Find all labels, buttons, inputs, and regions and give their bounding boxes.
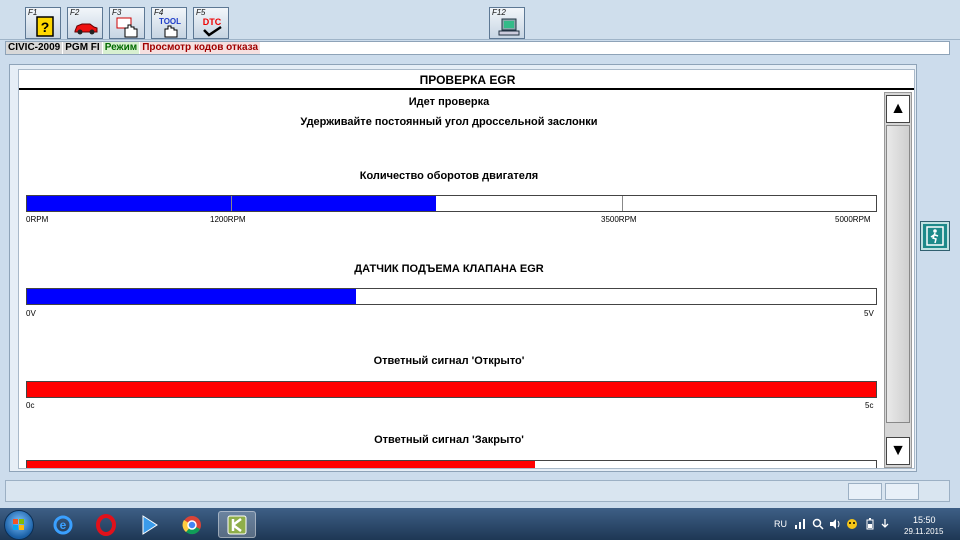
language-indicator[interactable]: RU xyxy=(774,519,787,529)
help-icon: ? xyxy=(36,16,54,37)
taskbar-internet-explorer[interactable]: e xyxy=(44,511,82,538)
rpm-scale-0: 0RPM xyxy=(26,215,49,224)
emoji-app-icon[interactable] xyxy=(846,518,858,530)
rpm-gauge-label: Количество оборотов двигателя xyxy=(359,170,539,182)
open-response-scale-max: 5c xyxy=(865,401,874,410)
vehicle-model: CIVIC-2009 xyxy=(6,42,63,54)
f1-help-button[interactable]: F1 ? xyxy=(25,7,61,39)
rpm-tick-1200 xyxy=(231,196,232,211)
open-response-bar xyxy=(26,381,877,398)
egr-lift-gauge-fill xyxy=(27,289,356,304)
f3-diagnostic-button[interactable]: F3 xyxy=(109,7,145,39)
vehicle-system: PGM FI xyxy=(63,42,102,54)
taskbar-chrome[interactable] xyxy=(173,511,211,538)
rpm-scale-1200: 1200RPM xyxy=(210,215,246,224)
closed-response-fill xyxy=(27,461,535,468)
diagnostic-hand-icon xyxy=(116,17,138,38)
taskbar-diagnostic-app[interactable] xyxy=(218,511,256,538)
arrow-down-icon: ▼ xyxy=(890,442,906,459)
volume-icon[interactable] xyxy=(829,518,841,530)
main-frame: ПРОВЕРКА EGR Идет проверка Удерживайте п… xyxy=(9,64,917,472)
dtc-icon: DTC xyxy=(203,17,222,37)
car-icon xyxy=(74,23,98,35)
computer-icon xyxy=(498,18,520,36)
start-button[interactable] xyxy=(4,510,34,540)
svg-text:e: e xyxy=(60,518,67,532)
exit-door-icon xyxy=(926,226,944,246)
f2-vehicle-button[interactable]: F2 xyxy=(67,7,103,39)
scroll-up-button[interactable]: ▲ xyxy=(886,95,910,123)
test-instruction: Удерживайте постоянный угол дроссельной … xyxy=(300,116,598,128)
internet-explorer-icon: e xyxy=(53,515,73,534)
diagnostic-app-icon xyxy=(227,515,247,534)
egr-lift-gauge-label: ДАТЧИК ПОДЪЕМА КЛАПАНА EGR xyxy=(354,263,544,275)
arrow-up-icon: ▲ xyxy=(890,100,906,117)
egr-lift-scale-max: 5V xyxy=(864,309,874,318)
rpm-scale-3500: 3500RPM xyxy=(601,215,637,224)
status-cell-2 xyxy=(885,483,919,500)
open-response-label: Ответный сигнал 'Открыто' xyxy=(373,355,525,367)
clock-date[interactable]: 29.11.2015 xyxy=(904,527,943,536)
rpm-scale-5000: 5000RPM xyxy=(835,215,871,224)
status-cell-1 xyxy=(848,483,882,500)
taskbar-opera[interactable] xyxy=(87,511,125,538)
arrow-tray-icon[interactable] xyxy=(880,518,890,530)
windows-logo-icon xyxy=(13,519,24,530)
magnifier-icon[interactable] xyxy=(812,518,824,530)
test-status: Идет проверка xyxy=(408,96,490,108)
f5-dtc-button[interactable]: F5 DTC xyxy=(193,7,229,39)
opera-icon xyxy=(96,513,116,536)
svg-text:?: ? xyxy=(41,19,50,35)
panel-title: ПРОВЕРКА EGR xyxy=(19,70,914,90)
taskbar-media-player[interactable] xyxy=(130,511,168,538)
closed-response-bar xyxy=(26,460,877,468)
open-response-scale-min: 0c xyxy=(26,401,35,410)
chrome-icon xyxy=(182,515,201,534)
egr-test-panel: ПРОВЕРКА EGR Идет проверка Удерживайте п… xyxy=(18,69,915,469)
function-toolbar: F1 ? F2 F3 F4 TOOL F5 DTC F12 xyxy=(0,0,960,40)
f12-computer-button[interactable]: F12 xyxy=(489,7,525,39)
open-response-fill xyxy=(27,382,876,397)
rpm-tick-3500 xyxy=(622,196,623,211)
rpm-gauge-bar xyxy=(26,195,877,212)
status-bar xyxy=(5,480,950,502)
battery-icon[interactable] xyxy=(866,518,874,530)
mode-value: Просмотр кодов отказа xyxy=(140,42,261,54)
dtc-icon-text: DTC xyxy=(203,17,222,27)
exit-button[interactable] xyxy=(920,221,950,251)
network-icon[interactable] xyxy=(794,518,806,530)
scroll-down-button[interactable]: ▼ xyxy=(886,437,910,465)
vehicle-info-bar: CIVIC-2009 PGM FI Режим Просмотр кодов отка… xyxy=(5,41,950,55)
closed-response-label: Ответный сигнал 'Закрыто' xyxy=(374,434,524,446)
tool-icon: TOOL xyxy=(159,17,181,38)
media-player-icon xyxy=(142,514,158,535)
scroll-thumb[interactable] xyxy=(886,125,910,423)
tool-icon-text: TOOL xyxy=(159,17,181,26)
egr-lift-scale-min: 0V xyxy=(26,309,36,318)
egr-lift-gauge-bar xyxy=(26,288,877,305)
vertical-scrollbar[interactable]: ▲ ▼ xyxy=(884,92,912,468)
f4-tool-button[interactable]: F4 TOOL xyxy=(151,7,187,39)
mode-label: Режим xyxy=(102,42,140,54)
clock-time[interactable]: 15:50 xyxy=(913,515,936,525)
windows-taskbar: e RU 15:50 29.11.2015 xyxy=(0,508,960,540)
